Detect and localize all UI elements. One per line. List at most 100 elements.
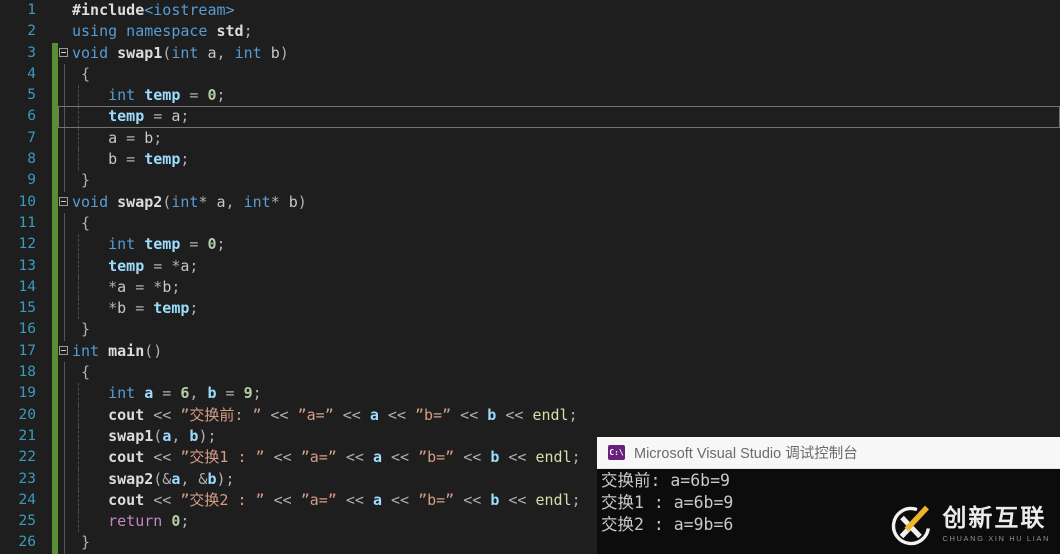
token: int — [171, 43, 208, 62]
token: ; — [189, 299, 199, 318]
token: int — [72, 341, 109, 360]
line-number: 11 — [18, 214, 36, 231]
token: temp — [144, 235, 181, 254]
token: temp — [108, 107, 145, 126]
code-line[interactable]: 7 a = b; — [0, 127, 1060, 150]
console-title-bar[interactable]: C:\ Microsoft Visual Studio 调试控制台 — [597, 437, 1060, 469]
token: b — [288, 192, 298, 211]
code-line[interactable]: 3 void swap1(int a, int b) — [0, 42, 1060, 64]
code-line[interactable]: 11 { — [0, 212, 1060, 235]
line-number: 16 — [18, 321, 36, 338]
line-number: 5 — [27, 87, 36, 104]
collapse-icon[interactable] — [59, 48, 68, 58]
fold-guide — [58, 532, 72, 554]
token: << — [499, 448, 536, 467]
line-number: 4 — [27, 65, 36, 82]
code-line[interactable]: 17 int main() — [0, 340, 1060, 363]
token: cout — [108, 405, 145, 424]
token: ; — [180, 107, 190, 126]
token: = — [117, 150, 145, 169]
token: ; — [171, 277, 181, 296]
fold-toggle[interactable] — [58, 341, 72, 362]
token: a — [108, 128, 118, 147]
code-line[interactable]: 19 int a = 6, b = 9; — [0, 383, 1060, 405]
collapse-icon[interactable] — [59, 197, 68, 207]
line-number: 7 — [27, 129, 36, 146]
token: swap1 — [108, 426, 154, 445]
token: ”交换2 : ” — [180, 490, 265, 509]
code-line[interactable]: 10 void swap2(int* a, int* b) — [0, 191, 1060, 213]
token: << — [454, 448, 491, 467]
token: int — [234, 43, 271, 62]
code-line[interactable]: 18 { — [0, 362, 1060, 384]
code-line[interactable]: 2 using namespace std; — [0, 21, 1060, 42]
fold-guide — [58, 149, 72, 171]
token: ); — [198, 426, 217, 445]
token: ”b=” — [415, 405, 452, 424]
watermark: 创新互联 CHUANG XIN HU LIAN — [889, 503, 1050, 547]
chuanglian-logo-icon — [892, 505, 931, 546]
token: << — [451, 405, 488, 424]
line-number: 2 — [27, 23, 36, 40]
code-text: { — [72, 213, 1060, 234]
line-number: 26 — [18, 534, 36, 551]
token: ”交换1 : ” — [180, 448, 265, 467]
token: return — [108, 512, 172, 531]
token: a — [117, 277, 127, 296]
token: () — [144, 341, 163, 360]
code-text: *b = temp; — [72, 298, 1060, 320]
line-number: 13 — [18, 257, 36, 274]
token: { — [72, 363, 91, 382]
fold-guide — [58, 234, 72, 256]
code-line[interactable]: 1 #include<iostream> — [0, 0, 1060, 21]
line-number: 22 — [18, 449, 36, 466]
line-number: 18 — [18, 364, 36, 381]
code-line[interactable]: 16 } — [0, 319, 1060, 342]
code-line[interactable]: 15 *b = temp; — [0, 298, 1060, 320]
token: endl — [532, 405, 569, 424]
code-line[interactable]: 8 b = temp; — [0, 149, 1060, 171]
code-line[interactable]: 20 cout << ”交换前: ” << ”a=” << a << ”b=” … — [0, 404, 1060, 427]
token: ; — [568, 405, 578, 424]
token: b — [207, 384, 217, 403]
code-text: #include<iostream> — [72, 0, 1060, 21]
fold-toggle[interactable] — [58, 43, 72, 64]
code-text: a = b; — [72, 127, 1060, 150]
fold-guide — [58, 106, 72, 129]
token: << — [333, 405, 370, 424]
line-number: 8 — [27, 151, 36, 168]
code-text: void swap2(int* a, int* b) — [72, 192, 1060, 213]
code-text: *a = *b; — [72, 276, 1060, 299]
code-line[interactable]: 14 *a = *b; — [0, 276, 1060, 299]
token: a — [372, 490, 382, 509]
collapse-icon[interactable] — [59, 346, 68, 356]
token: #include — [72, 1, 145, 19]
token: << — [261, 405, 298, 424]
line-number: 20 — [18, 406, 36, 423]
code-line[interactable]: 5 int temp = 0; — [0, 85, 1060, 107]
token: ) — [279, 43, 289, 62]
token: = — [144, 107, 172, 126]
code-text: int main() — [72, 341, 1060, 362]
token: int — [243, 192, 271, 211]
code-line[interactable]: 9 } — [0, 170, 1060, 192]
code-line[interactable]: 13 temp = *a; — [0, 255, 1060, 278]
console-icon[interactable]: C:\ — [608, 445, 625, 460]
code-text: } — [72, 170, 1060, 191]
code-text: { — [72, 362, 1060, 383]
token: << — [264, 448, 301, 467]
code-line[interactable]: 12 int temp = 0; — [0, 234, 1060, 256]
code-line[interactable]: 6 temp = a; — [0, 106, 1060, 129]
fold-toggle[interactable] — [58, 192, 72, 213]
fold-guide — [58, 468, 72, 491]
code-text: cout << ”交换前: ” << ”a=” << a << ”b=” << … — [72, 404, 1060, 427]
token: 9 — [243, 384, 253, 403]
code-line[interactable]: 4 { — [0, 63, 1060, 86]
token: << — [454, 490, 491, 509]
